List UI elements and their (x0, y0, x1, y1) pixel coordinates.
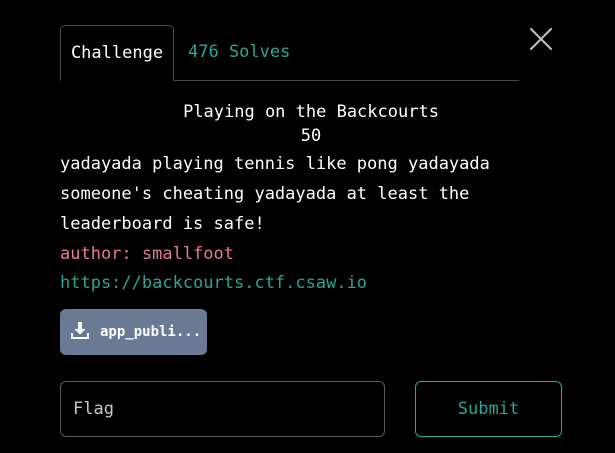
download-file-button[interactable]: app_publi... (60, 309, 207, 355)
challenge-title: Playing on the Backcourts (183, 102, 439, 122)
challenge-modal: Challenge 476 Solves Playing on the Back… (0, 0, 615, 453)
close-icon (529, 27, 553, 51)
tab-bar: Challenge 476 Solves (60, 25, 519, 81)
tab-solves[interactable]: 476 Solves (188, 25, 290, 80)
file-name-label: app_publi... (100, 324, 202, 340)
description-line: someone's cheating yadayada at least the (60, 184, 470, 204)
challenge-link[interactable]: https://backcourts.ctf.csaw.io (60, 269, 367, 297)
description-line: leaderboard is safe! (60, 214, 265, 234)
description-line: yadayada playing tennis like pong yadaya… (60, 154, 490, 174)
download-icon (71, 322, 89, 339)
tab-challenge[interactable]: Challenge (60, 25, 174, 81)
challenge-author: author: smallfoot (60, 244, 234, 264)
close-button[interactable] (528, 26, 554, 52)
challenge-points: 50 (300, 126, 322, 146)
submit-button[interactable]: Submit (415, 381, 562, 437)
challenge-description: yadayada playing tennis like pong yadaya… (60, 149, 540, 239)
flag-input[interactable] (60, 381, 385, 437)
